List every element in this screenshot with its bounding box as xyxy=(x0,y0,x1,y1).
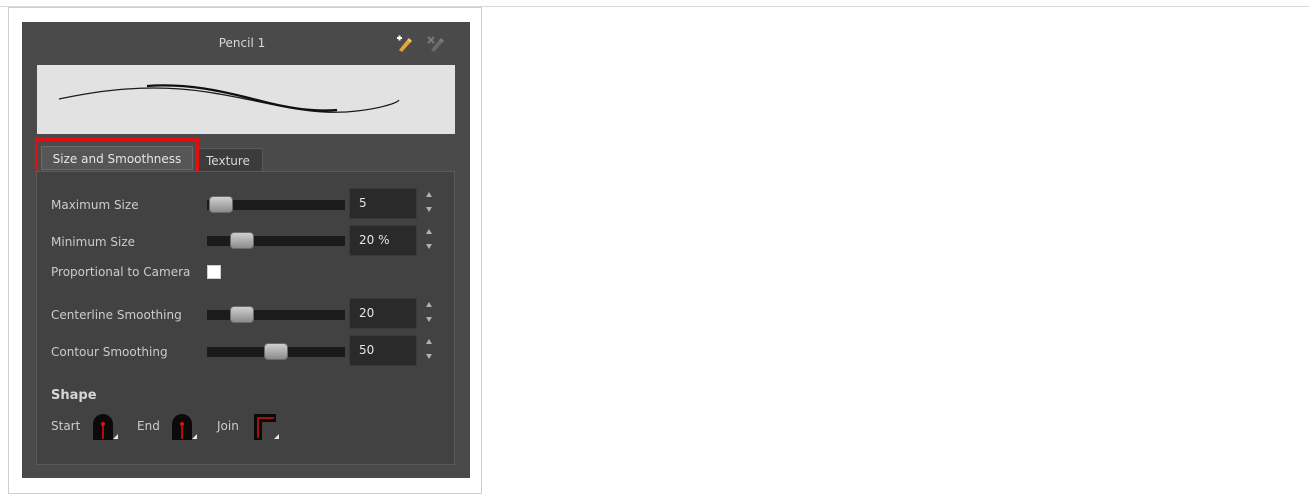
maximum-size-slider[interactable] xyxy=(207,196,345,213)
stroke-preview xyxy=(37,65,455,134)
centerline-smoothing-slider-thumb[interactable] xyxy=(230,306,254,323)
minimum-size-spinner[interactable] xyxy=(425,227,435,253)
contour-smoothing-slider-thumb[interactable] xyxy=(264,343,288,360)
centerline-smoothing-field[interactable]: 20 xyxy=(349,298,417,329)
minimum-size-field[interactable]: 20 % xyxy=(349,225,417,256)
shape-join-label: Join xyxy=(217,419,239,433)
tab-texture[interactable]: Texture xyxy=(197,148,263,172)
maximum-size-slider-thumb[interactable] xyxy=(209,196,233,213)
contour-smoothing-label: Contour Smoothing xyxy=(51,345,168,359)
pencil-properties-panel: Pencil 1 Texture Size and Smoothness Max… xyxy=(22,22,470,478)
proportional-to-camera-label: Proportional to Camera xyxy=(51,265,191,279)
minimum-size-slider[interactable] xyxy=(207,232,345,249)
shape-section-title: Shape xyxy=(51,388,97,403)
spinner-down-icon[interactable] xyxy=(426,354,432,359)
size-smoothness-content: Maximum Size 5 Minimum Size 20 % Proport… xyxy=(36,171,455,465)
contour-smoothing-slider[interactable] xyxy=(207,343,345,360)
spinner-down-icon[interactable] xyxy=(426,207,432,212)
spinner-down-icon[interactable] xyxy=(426,244,432,249)
minimum-size-label: Minimum Size xyxy=(51,235,136,249)
stroke-preview-curve xyxy=(58,84,400,113)
tab-highlight-box xyxy=(35,138,199,175)
contour-smoothing-field[interactable]: 50 xyxy=(349,335,417,366)
spinner-down-icon[interactable] xyxy=(426,317,432,322)
round-cap-end-icon[interactable] xyxy=(170,412,198,440)
contour-smoothing-spinner[interactable] xyxy=(425,337,435,363)
shape-start-label: Start xyxy=(51,419,81,433)
mitre-join-icon[interactable] xyxy=(252,412,280,440)
minimum-size-slider-thumb[interactable] xyxy=(230,232,254,249)
maximum-size-label: Maximum Size xyxy=(51,198,139,212)
round-cap-start-icon[interactable] xyxy=(91,412,119,440)
centerline-smoothing-label: Centerline Smoothing xyxy=(51,308,182,322)
spinner-up-icon[interactable] xyxy=(426,339,432,344)
proportional-to-camera-checkbox[interactable] xyxy=(207,265,221,279)
centerline-smoothing-spinner[interactable] xyxy=(425,300,435,326)
new-preset-icon[interactable] xyxy=(394,34,414,54)
spinner-up-icon[interactable] xyxy=(426,229,432,234)
shape-end-label: End xyxy=(137,419,160,433)
spinner-up-icon[interactable] xyxy=(426,302,432,307)
delete-preset-icon[interactable] xyxy=(426,34,446,54)
maximum-size-spinner[interactable] xyxy=(425,190,435,216)
maximum-size-field[interactable]: 5 xyxy=(349,188,417,219)
spinner-up-icon[interactable] xyxy=(426,192,432,197)
centerline-smoothing-slider[interactable] xyxy=(207,306,345,323)
